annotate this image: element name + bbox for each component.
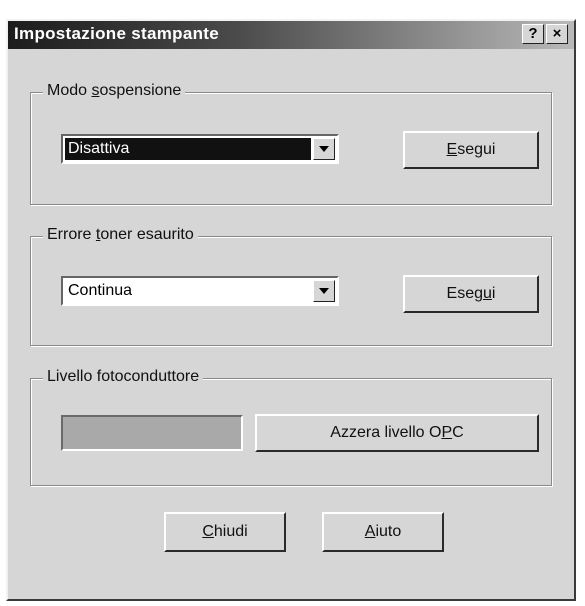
photoconductor-legend: Livello fotoconduttore bbox=[43, 368, 204, 386]
sleep-mode-select[interactable]: Disattiva bbox=[61, 134, 339, 164]
sleep-mode-group: Modo sospensione Disattiva Esegui bbox=[30, 82, 552, 205]
reset-opc-button[interactable]: Azzera livello OPC bbox=[255, 414, 539, 452]
toner-error-legend: Errore toner esaurito bbox=[43, 226, 198, 244]
opc-level-bar bbox=[61, 415, 243, 451]
dialog-title: Impostazione stampante bbox=[14, 24, 219, 43]
toner-error-value: Continua bbox=[68, 282, 133, 299]
help-button[interactable]: ? bbox=[522, 24, 544, 44]
toner-error-select[interactable]: Continua bbox=[61, 276, 339, 306]
sleep-mode-legend: Modo sospensione bbox=[43, 82, 186, 100]
sleep-mode-value: Disattiva bbox=[65, 138, 311, 160]
photoconductor-group: Livello fotoconduttore Azzera livello OP… bbox=[30, 368, 552, 486]
close-icon[interactable]: × bbox=[546, 24, 568, 44]
chevron-down-icon[interactable] bbox=[313, 280, 335, 302]
help-dialog-button[interactable]: Aiuto bbox=[322, 512, 444, 552]
chevron-down-icon[interactable] bbox=[313, 138, 335, 160]
title-bar[interactable]: Impostazione stampante ? × bbox=[8, 21, 574, 49]
sleep-mode-apply-button[interactable]: Esegui bbox=[403, 131, 539, 169]
printer-settings-dialog: Impostazione stampante ? × Modo sospensi… bbox=[6, 19, 576, 601]
close-button[interactable]: Chiudi bbox=[164, 512, 286, 552]
toner-error-group: Errore toner esaurito Continua Esegui bbox=[30, 226, 552, 346]
toner-error-apply-button[interactable]: Esegui bbox=[403, 275, 539, 313]
